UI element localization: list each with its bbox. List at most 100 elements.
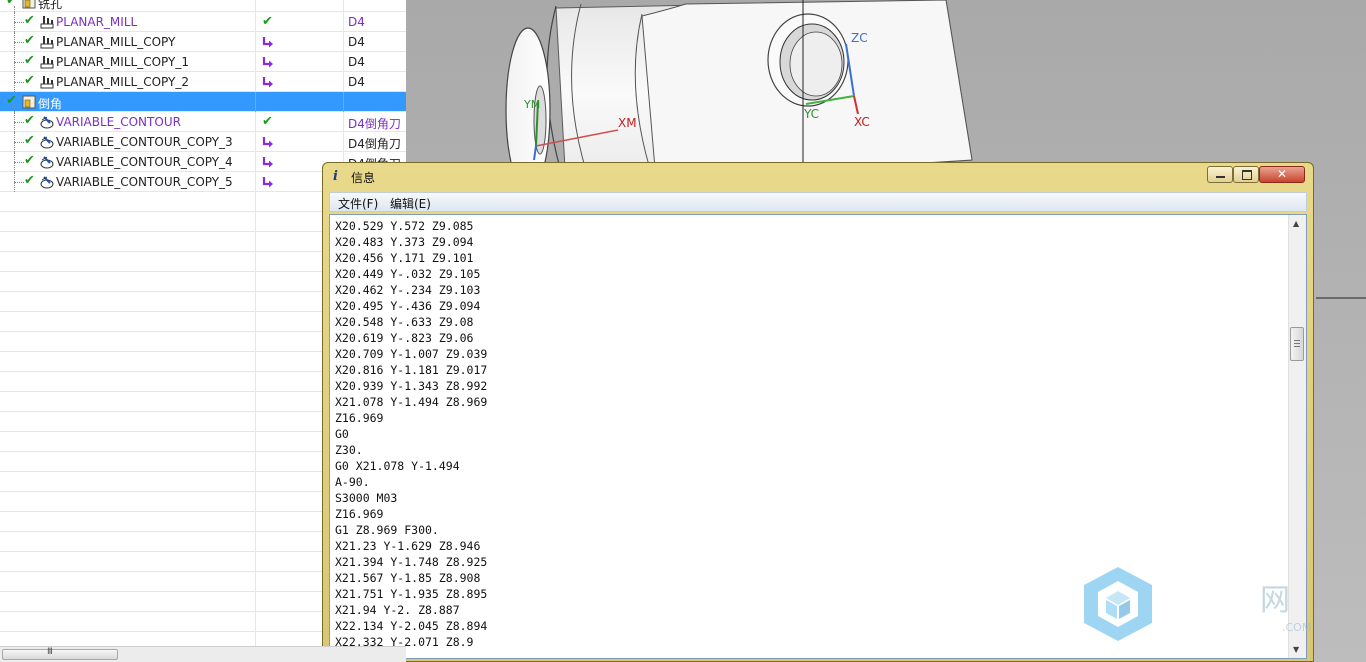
operation-row[interactable]: ✔ PLANAR_MILL_COPY_1 D4 <box>0 52 406 72</box>
xc-axis-label: XC <box>854 115 870 129</box>
planar-mill-icon <box>40 16 54 29</box>
name-cell <box>0 292 256 312</box>
tool-cell: D4 <box>344 72 406 92</box>
name-cell <box>0 532 256 552</box>
dialog-title: 信息 <box>351 171 376 185</box>
operation-row[interactable]: ✔ VARIABLE_CONTOUR ✔ D4倒角刀 <box>0 112 406 132</box>
status-check-icon: ✔ <box>24 153 35 168</box>
tool-name: D4倒角刀 <box>348 137 401 151</box>
ym-axis-label: YM <box>523 98 540 111</box>
tree-connector <box>14 122 24 123</box>
tool-cell: D4倒角刀 <box>344 112 406 132</box>
name-cell <box>0 312 256 332</box>
maximize-icon <box>1242 170 1252 180</box>
operation-row[interactable]: ✔ PLANAR_MILL_COPY D4 <box>0 32 406 52</box>
status-cell <box>256 32 344 52</box>
tool-cell: D4 <box>344 12 406 32</box>
planar-mill-icon <box>40 36 54 49</box>
tool-cell: D4 <box>344 32 406 52</box>
close-button[interactable]: ✕ <box>1259 166 1305 183</box>
planar-mill-icon <box>40 76 54 89</box>
operation-row[interactable]: ✔ 铣孔 <box>0 0 406 12</box>
name-cell <box>0 412 256 432</box>
operation-row[interactable]: ✔ VARIABLE_CONTOUR_COPY_3 D4倒角刀 <box>0 132 406 152</box>
info-i-icon: i <box>333 169 338 184</box>
status-cell <box>256 72 344 92</box>
name-cell <box>0 592 256 612</box>
name-cell <box>0 392 256 412</box>
tool-cell: D4 <box>344 52 406 72</box>
complete-check-icon: ✔ <box>262 14 273 29</box>
menu-edit[interactable]: 编辑(E) <box>390 195 431 212</box>
navigator-scroll-thumb[interactable]: III <box>2 647 118 660</box>
operation-name: VARIABLE_CONTOUR_COPY_3 <box>56 135 233 149</box>
tool-cell: D4倒角刀 <box>344 132 406 152</box>
yc-axis-label: YC <box>803 107 819 121</box>
name-cell: ✔ VARIABLE_CONTOUR <box>0 112 256 132</box>
name-cell <box>0 372 256 392</box>
tree-connector <box>14 106 15 182</box>
status-cell <box>256 52 344 72</box>
operation-name: 倒角 <box>38 97 63 111</box>
tree-connector <box>14 42 24 43</box>
name-cell <box>0 332 256 352</box>
name-cell: ✔ PLANAR_MILL_COPY <box>0 32 256 52</box>
tool-cell <box>344 92 406 112</box>
name-cell <box>0 252 256 272</box>
status-check-icon: ✔ <box>24 13 35 28</box>
scroll-thumb[interactable] <box>1290 327 1304 361</box>
menu-file[interactable]: 文件(F) <box>338 195 378 212</box>
tree-connector <box>14 182 24 183</box>
status-check-icon: ✔ <box>6 0 17 8</box>
operation-name: 铣孔 <box>38 0 63 11</box>
name-cell <box>0 432 256 452</box>
program-group-icon <box>22 0 36 9</box>
name-cell <box>0 352 256 372</box>
status-check-icon: ✔ <box>6 93 17 108</box>
operation-name: PLANAR_MILL <box>56 15 138 29</box>
variable-contour-icon <box>40 176 54 189</box>
tree-connector <box>14 6 15 82</box>
name-cell: ✔ PLANAR_MILL_COPY_1 <box>0 52 256 72</box>
tool-name: D4 <box>348 55 365 69</box>
tool-cell <box>344 0 406 12</box>
tree-connector <box>14 22 24 23</box>
scroll-up-icon[interactable]: ▲ <box>1293 219 1299 228</box>
name-cell <box>0 212 256 232</box>
dialog-title-bar[interactable]: i 信息 ✕ <box>323 163 1313 189</box>
tool-name: D4倒角刀 <box>348 117 401 131</box>
operation-row[interactable]: ✔ 倒角 <box>0 92 406 112</box>
variable-contour-icon <box>40 156 54 169</box>
operation-name: VARIABLE_CONTOUR_COPY_4 <box>56 155 233 169</box>
program-group-icon <box>22 95 36 109</box>
name-cell: ✔ PLANAR_MILL_COPY_2 <box>0 72 256 92</box>
status-check-icon: ✔ <box>24 173 35 188</box>
scroll-down-icon[interactable]: ▼ <box>1293 645 1299 654</box>
watermark-text: 网 <box>1260 583 1290 618</box>
name-cell <box>0 192 256 212</box>
tool-name: D4 <box>348 15 365 29</box>
navigator-horizontal-scrollbar[interactable]: III <box>0 646 406 662</box>
name-cell <box>0 232 256 252</box>
operation-name: VARIABLE_CONTOUR <box>56 115 181 129</box>
variable-contour-icon <box>40 116 54 129</box>
name-cell: ✔ VARIABLE_CONTOUR_COPY_3 <box>0 132 256 152</box>
minimize-icon <box>1216 176 1225 178</box>
name-cell <box>0 512 256 532</box>
complete-check-icon: ✔ <box>262 114 273 129</box>
tree-connector <box>14 162 24 163</box>
minimize-button[interactable] <box>1207 166 1233 183</box>
tree-connector <box>14 82 24 83</box>
operation-name: PLANAR_MILL_COPY_2 <box>56 75 189 89</box>
operation-name: PLANAR_MILL_COPY <box>56 35 176 49</box>
regenerate-arrow-icon <box>262 77 273 88</box>
operation-row[interactable]: ✔ PLANAR_MILL_COPY_2 D4 <box>0 72 406 92</box>
status-cell: ✔ <box>256 112 344 132</box>
nc-code-text: X20.529 Y.572 Z9.085 X20.483 Y.373 Z9.09… <box>335 219 488 649</box>
name-cell: ✔ 铣孔 <box>0 0 256 12</box>
operation-name: PLANAR_MILL_COPY_1 <box>56 55 189 69</box>
planar-mill-icon <box>40 56 54 69</box>
status-check-icon: ✔ <box>24 113 35 128</box>
maximize-button[interactable] <box>1233 166 1259 183</box>
operation-row[interactable]: ✔ PLANAR_MILL ✔ D4 <box>0 12 406 32</box>
